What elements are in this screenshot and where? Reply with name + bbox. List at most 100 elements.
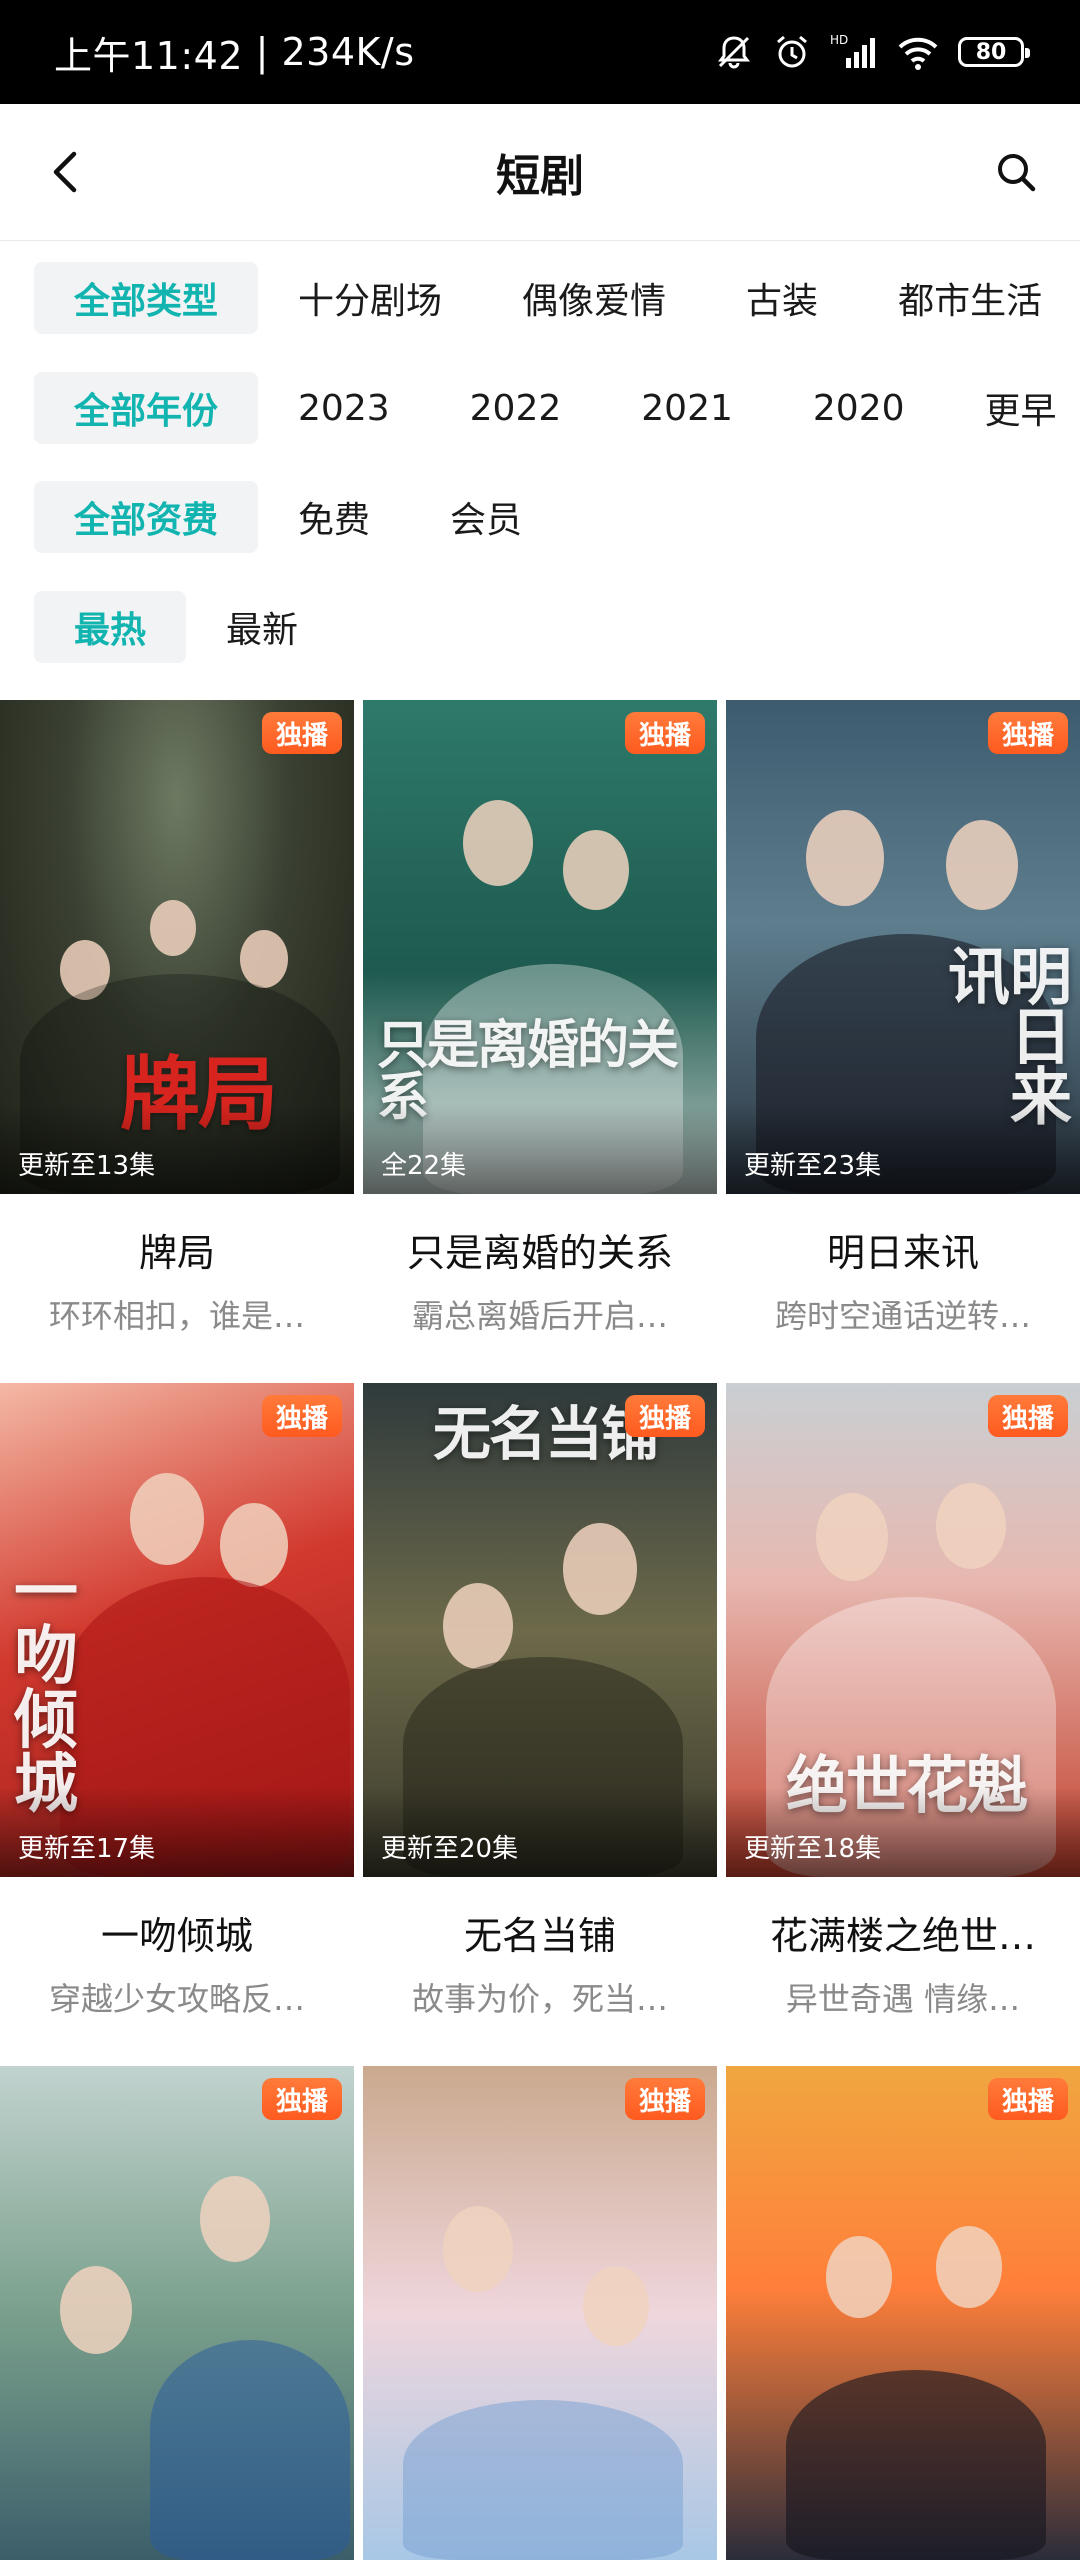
show-card[interactable]: 一吻倾城 独播 更新至17集 一吻倾城 穿越少女攻略反… [0,1383,354,2020]
show-poster: 独播 [726,2066,1080,2560]
poster-figure [946,820,1018,910]
mute-bell-icon [714,32,754,72]
wifi-icon [896,32,940,72]
poster-figure [150,900,196,956]
show-poster: 牌局 独播 更新至13集 [0,700,354,1194]
exclusive-badge: 独播 [261,1395,342,1437]
show-card[interactable]: 牌局 独播 更新至13集 牌局 环环相扣，谁是… [0,700,354,1337]
filter-fee-option[interactable]: 会员 [450,491,522,543]
exclusive-badge: 独播 [624,1395,705,1437]
header-bar: 短剧 [0,104,1080,241]
poster-figure-body [403,2400,683,2560]
episode-count: 更新至20集 [381,1834,519,1864]
exclusive-badge: 独播 [261,712,342,754]
show-card[interactable]: 只是离婚的关系 独播 全22集 只是离婚的关系 霸总离婚后开启… [363,700,717,1337]
filter-fee-all[interactable]: 全部资费 [34,481,259,553]
poster-figure [463,800,533,886]
poster-figure [583,2266,649,2346]
poster-figure [806,810,884,906]
show-poster: 绝世花魁 独播 更新至18集 [726,1383,1080,1877]
show-description: 霸总离婚后开启… [411,1297,668,1335]
show-card[interactable]: 独播 [726,2066,1080,2560]
show-title: 无名当铺 [463,1914,616,1958]
filter-year-option[interactable]: 2022 [470,388,562,429]
poster-figure [130,1473,204,1565]
exclusive-badge: 独播 [261,2078,342,2120]
search-button[interactable] [986,142,1046,202]
poster-figure [563,1523,637,1615]
alarm-icon [772,32,812,72]
exclusive-badge: 独播 [987,2078,1068,2120]
filter-year-option[interactable]: 2023 [298,388,390,429]
show-title: 牌局 [138,1231,215,1275]
filter-row-type: 全部类型 十分剧场 偶像爱情 古装 都市生活 [0,262,1080,334]
filter-year-option[interactable]: 更早 [985,382,1057,434]
episode-count: 更新至23集 [744,1151,882,1181]
poster-figure-body [786,2370,1046,2560]
poster-figure [220,1503,288,1587]
status-left: 上午11:42 | 234K/s [54,0,415,104]
filter-year-option[interactable]: 2020 [813,388,905,429]
filter-year-all[interactable]: 全部年份 [34,372,259,444]
exclusive-badge: 独播 [624,2078,705,2120]
filter-type-option[interactable]: 偶像爱情 [522,272,666,324]
show-card[interactable]: 独播 [363,2066,717,2560]
show-poster: 一吻倾城 独播 更新至17集 [0,1383,354,1877]
battery-level: 80 [975,39,1007,65]
episode-count: 更新至18集 [744,1834,882,1864]
filter-year-option[interactable]: 2021 [641,388,733,429]
filter-row-sort: 最热 最新 [0,591,1080,663]
show-poster: 明日来讯 独播 更新至23集 [726,700,1080,1194]
show-card[interactable]: 明日来讯 独播 更新至23集 明日来讯 跨时空通话逆转… [726,700,1080,1337]
show-poster: 只是离婚的关系 独播 全22集 [363,700,717,1194]
svg-text:HD: HD [830,33,848,47]
show-poster: 独播 [363,2066,717,2560]
exclusive-badge: 独播 [987,1395,1068,1437]
poster-figure [200,2176,270,2262]
search-icon [998,154,1036,192]
show-title: 只是离婚的关系 [406,1231,673,1275]
status-time: 上午11:42 [54,33,244,78]
episode-count: 更新至13集 [18,1151,156,1181]
filter-fee-option[interactable]: 免费 [298,491,370,543]
episode-count: 更新至17集 [18,1834,156,1864]
filter-type-option[interactable]: 古装 [746,272,818,324]
sort-hot[interactable]: 最热 [34,591,187,663]
exclusive-badge: 独播 [624,712,705,754]
filter-type-all[interactable]: 全部类型 [34,262,259,334]
show-card[interactable]: 无名当铺 独播 更新至20集 无名当铺 故事为价，死当… [363,1383,717,2020]
status-bar: 上午11:42 | 234K/s HD 80 [0,0,1080,104]
show-description: 环环相扣，谁是… [48,1297,305,1335]
poster-figure [936,1483,1006,1569]
poster-figure [563,830,629,910]
show-description: 异世奇遇 情缘… [785,1980,1021,2018]
poster-figure [816,1493,888,1581]
show-description: 跨时空通话逆转… [774,1297,1031,1335]
filter-row-fee: 全部资费 免费 会员 [0,481,1080,553]
poster-figure [60,2266,132,2354]
poster-art-title: 一吻倾城 [14,1555,78,1822]
poster-figure [936,2226,1002,2308]
status-icons: HD 80 [714,0,1030,104]
episode-count: 全22集 [381,1151,467,1181]
show-card[interactable]: 绝世花魁 独播 更新至18集 花满楼之绝世… 异世奇遇 情缘… [726,1383,1080,2020]
exclusive-badge: 独播 [987,712,1068,754]
show-poster: 独播 [0,2066,354,2560]
show-title: 花满楼之绝世… [769,1914,1036,1958]
poster-figure [443,1583,513,1669]
show-description: 故事为价，死当… [411,1980,668,2018]
filter-type-option[interactable]: 都市生活 [898,272,1042,324]
battery-icon: 80 [958,37,1030,67]
poster-figure [443,2206,513,2292]
status-net-speed: 234K/s [281,30,415,74]
page-title: 短剧 [496,151,584,202]
show-poster: 无名当铺 独播 更新至20集 [363,1383,717,1877]
show-title: 明日来讯 [826,1231,979,1275]
show-card[interactable]: 独播 [0,2066,354,2560]
signal-icon: HD [830,32,878,72]
filter-row-year: 全部年份 2023 2022 2021 2020 更早 [0,372,1080,444]
sort-newest[interactable]: 最新 [226,601,298,653]
filter-type-option[interactable]: 十分剧场 [298,272,442,324]
status-separator: | [243,30,282,74]
show-title: 一吻倾城 [100,1914,253,1958]
